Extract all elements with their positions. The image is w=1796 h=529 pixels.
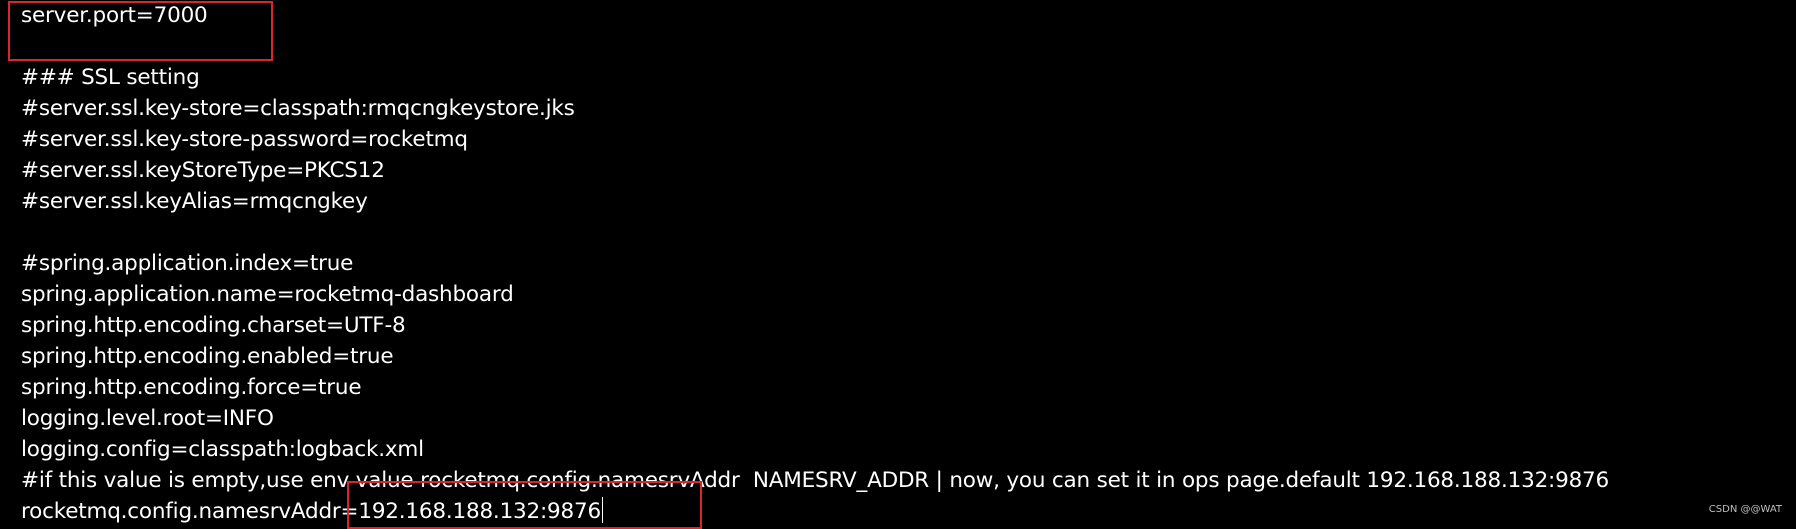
line-ssl-keystore-type[interactable]: #server.ssl.keyStoreType=PKCS12 [21, 155, 385, 186]
line-encoding-charset[interactable]: spring.http.encoding.charset=UTF-8 [21, 310, 406, 341]
text-editor[interactable]: server.port=7000 ### SSL setting #server… [0, 0, 1796, 529]
line-server-port[interactable]: server.port=7000 [21, 0, 208, 31]
line-encoding-force[interactable]: spring.http.encoding.force=true [21, 372, 362, 403]
line-spring-app-name[interactable]: spring.application.name=rocketmq-dashboa… [21, 279, 514, 310]
line-ssl-key-store[interactable]: #server.ssl.key-store=classpath:rmqcngke… [21, 93, 575, 124]
line-namesrv-comment[interactable]: #if this value is empty,use env value ro… [21, 465, 1609, 496]
line-namesrv-addr-text: rocketmq.config.namesrvAddr=192.168.188.… [21, 499, 601, 524]
line-spring-app-index[interactable]: #spring.application.index=true [21, 248, 353, 279]
line-logging-level[interactable]: logging.level.root=INFO [21, 403, 274, 434]
line-ssl-key-alias[interactable]: #server.ssl.keyAlias=rmqcngkey [21, 186, 368, 217]
line-namesrv-addr[interactable]: rocketmq.config.namesrvAddr=192.168.188.… [21, 496, 603, 527]
watermark-text: CSDN @@WAT [1708, 504, 1782, 515]
line-ssl-setting-comment[interactable]: ### SSL setting [21, 62, 200, 93]
line-logging-config[interactable]: logging.config=classpath:logback.xml [21, 434, 424, 465]
line-encoding-enabled[interactable]: spring.http.encoding.enabled=true [21, 341, 394, 372]
line-ssl-key-store-password[interactable]: #server.ssl.key-store-password=rocketmq [21, 124, 468, 155]
text-caret [601, 497, 603, 523]
